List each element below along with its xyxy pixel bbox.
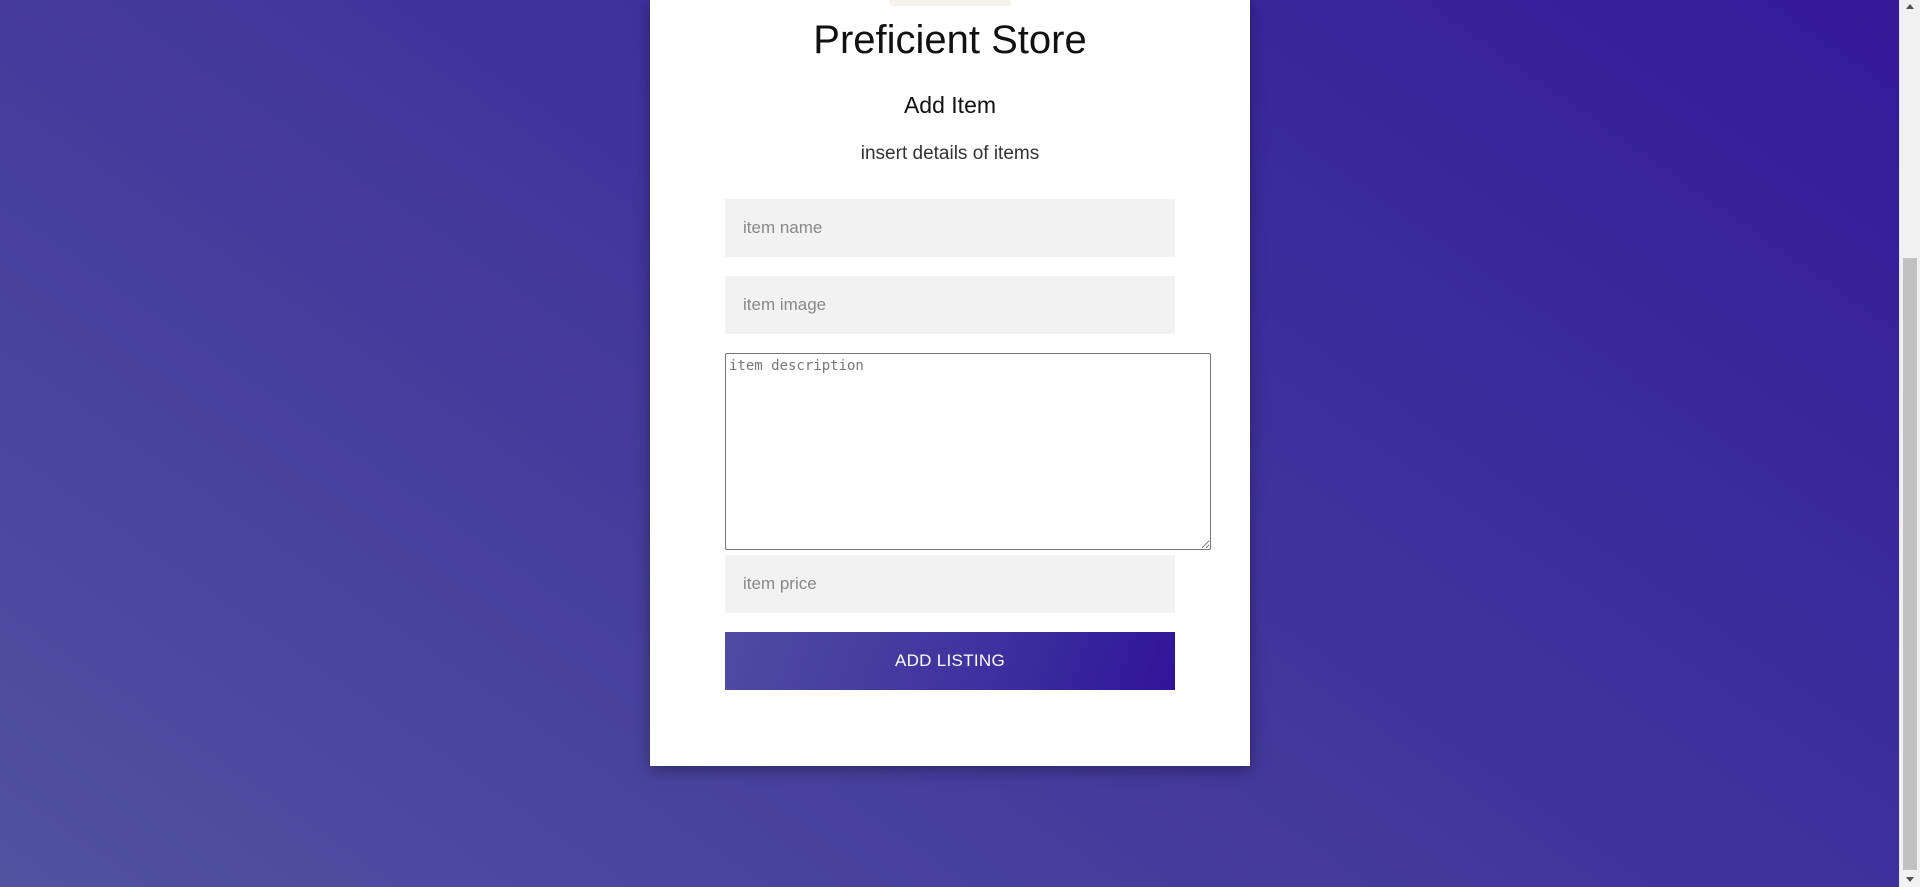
item-description-textarea[interactable] — [725, 353, 1211, 550]
form-subheading: insert details of items — [860, 143, 1040, 164]
page-scrollbar[interactable] — [1899, 0, 1920, 887]
item-name-input[interactable] — [725, 199, 1175, 257]
item-image-input[interactable] — [725, 276, 1175, 334]
item-price-input[interactable] — [725, 555, 1175, 613]
scroll-up-arrow-icon[interactable] — [1906, 4, 1914, 9]
scrollbar-thumb[interactable] — [1903, 258, 1917, 870]
add-listing-button[interactable]: ADD LISTING — [725, 632, 1175, 690]
form-heading: Add Item — [903, 92, 997, 118]
scroll-down-arrow-icon[interactable] — [1906, 877, 1914, 882]
store-title: Preficient Store — [813, 18, 1087, 62]
logo-image — [889, 0, 1011, 6]
add-item-card: Preficient Store Add Item insert details… — [650, 0, 1250, 766]
